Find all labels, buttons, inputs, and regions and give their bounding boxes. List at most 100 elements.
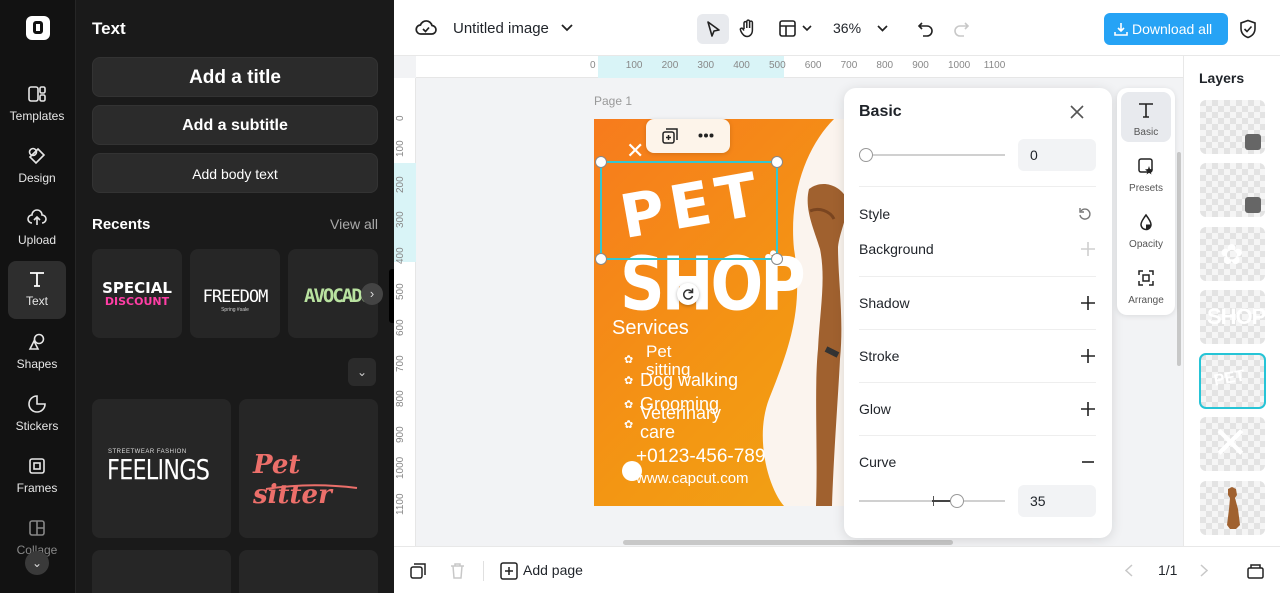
row-label: Stroke xyxy=(859,348,900,364)
tab-opacity[interactable]: Opacity xyxy=(1121,204,1171,254)
top-slider-track[interactable] xyxy=(859,154,1005,156)
text-panel: Text Add a title Add a subtitle Add body… xyxy=(76,0,394,593)
frames-icon xyxy=(29,458,45,474)
document-name[interactable]: Untitled image xyxy=(453,20,549,37)
zoom-level[interactable]: 36% xyxy=(833,20,861,36)
undo-icon[interactable] xyxy=(917,20,934,37)
cloud-sync-icon[interactable] xyxy=(415,18,437,38)
text-template-pet-sitter[interactable]: Pet sitter xyxy=(239,399,378,538)
resize-handle[interactable] xyxy=(771,156,783,168)
divider xyxy=(483,561,484,581)
layout-icon[interactable] xyxy=(779,20,796,37)
resize-handle[interactable] xyxy=(595,253,607,265)
rail-more-button[interactable]: ⌄ xyxy=(25,551,49,575)
tab-label: Basic xyxy=(1133,127,1159,138)
tab-basic[interactable]: Basic xyxy=(1121,92,1171,142)
recent-line: FREEDOM xyxy=(202,287,269,307)
rail-item-frames[interactable]: Frames xyxy=(8,448,66,506)
tab-arrange[interactable]: Arrange xyxy=(1121,260,1171,310)
hand-tool-icon[interactable] xyxy=(739,19,757,38)
previous-page-icon[interactable] xyxy=(1125,564,1133,577)
rail-item-text[interactable]: Text xyxy=(8,261,66,319)
chevron-down-icon[interactable] xyxy=(802,25,812,32)
background-row[interactable]: Background xyxy=(859,223,1096,276)
add-title-button[interactable]: Add a title xyxy=(92,57,378,97)
ruler-tick-label: 0 xyxy=(395,115,406,121)
capcut-logo[interactable] xyxy=(26,16,50,40)
service-item: Dog walking xyxy=(640,370,739,390)
rail-label: Design xyxy=(18,171,56,185)
ruler-tick-label: 600 xyxy=(804,60,822,71)
selection-box[interactable] xyxy=(595,156,783,265)
layer-item[interactable] xyxy=(1200,163,1265,217)
chevron-down-icon[interactable] xyxy=(877,25,888,32)
add-body-text-button[interactable]: Add body text xyxy=(92,153,378,193)
stickers-icon xyxy=(28,395,46,413)
delete-page-icon[interactable] xyxy=(450,563,465,579)
recent-line: Spring #sale xyxy=(221,307,249,313)
layer-item[interactable]: ✿ xyxy=(1200,227,1265,281)
layer-item[interactable] xyxy=(1200,481,1265,535)
recent-text-special-discount[interactable]: SPECIAL DISCOUNT xyxy=(92,249,182,338)
pointer-icon xyxy=(707,21,720,37)
ruler-tick-label: 1000 xyxy=(395,456,406,479)
ruler-tick-label: 500 xyxy=(395,283,406,300)
vertical-scrollbar[interactable] xyxy=(1177,152,1181,366)
chevron-right-icon: › xyxy=(369,286,375,301)
recent-text-freedom[interactable]: FREEDOM Spring #sale xyxy=(190,249,280,338)
rotate-handle[interactable] xyxy=(677,283,699,305)
layer-item[interactable]: SHOP xyxy=(1200,290,1265,344)
poster-website: www.capcut.com xyxy=(636,470,749,487)
text-template-feelings[interactable]: STREETWEAR FASHION FEELINGS xyxy=(92,399,231,538)
close-icon[interactable] xyxy=(1070,105,1084,119)
more-options-icon[interactable] xyxy=(698,133,714,138)
add-icon xyxy=(1081,242,1095,256)
next-page-icon[interactable] xyxy=(1200,564,1208,577)
horizontal-scrollbar[interactable] xyxy=(623,540,953,545)
underline-swash-icon xyxy=(265,484,358,490)
rail-item-shapes[interactable]: Shapes xyxy=(8,324,66,382)
upload-icon xyxy=(27,209,47,225)
shield-check-icon[interactable] xyxy=(1239,19,1257,39)
recents-next-button[interactable]: › xyxy=(361,283,383,305)
service-bullet-icon: ✿ xyxy=(624,399,634,411)
shadow-row[interactable]: Shadow xyxy=(859,276,1096,329)
presets-icon xyxy=(1138,158,1153,175)
rail-item-design[interactable]: Design xyxy=(8,138,66,196)
dog-thumbnail xyxy=(1227,487,1240,529)
view-all-link[interactable]: View all xyxy=(330,216,378,232)
expand-styles-button[interactable]: ⌄ xyxy=(348,358,376,386)
select-tool-button[interactable] xyxy=(697,14,729,44)
duplicate-page-icon[interactable] xyxy=(410,563,426,579)
glow-row[interactable]: Glow xyxy=(859,382,1096,435)
reset-icon[interactable] xyxy=(1078,207,1092,221)
pages-overview-icon[interactable] xyxy=(1247,562,1264,579)
stroke-row[interactable]: Stroke xyxy=(859,329,1096,382)
layer-item[interactable]: ✕ xyxy=(1200,417,1265,471)
resize-handle[interactable] xyxy=(595,156,607,168)
top-value-input[interactable]: 0 xyxy=(1018,139,1096,171)
redo-icon[interactable] xyxy=(953,20,970,37)
curve-value-input[interactable]: 35 xyxy=(1018,485,1096,517)
chevron-down-icon[interactable] xyxy=(561,24,573,32)
group-badge-icon xyxy=(1245,134,1261,150)
row-label: Shadow xyxy=(859,295,910,311)
rail-item-templates[interactable]: Templates xyxy=(8,76,66,134)
text-template-card[interactable] xyxy=(92,550,231,593)
text-template-card[interactable] xyxy=(239,550,378,593)
layer-item-selected[interactable]: PET xyxy=(1199,353,1266,409)
add-subtitle-button[interactable]: Add a subtitle xyxy=(92,105,378,145)
download-all-button[interactable]: Download all xyxy=(1104,13,1228,45)
group-badge-icon xyxy=(1245,197,1261,213)
resize-handle[interactable] xyxy=(771,253,783,265)
curve-slider-thumb[interactable] xyxy=(949,494,964,508)
rail-item-upload[interactable]: Upload xyxy=(8,200,66,258)
duplicate-icon[interactable] xyxy=(662,128,678,144)
text-icon xyxy=(1139,103,1153,118)
text-icon xyxy=(30,272,44,287)
tab-presets[interactable]: Presets xyxy=(1121,148,1171,198)
rail-item-stickers[interactable]: Stickers xyxy=(8,386,66,444)
top-slider-thumb[interactable] xyxy=(859,148,873,162)
chevron-down-icon: ⌄ xyxy=(31,556,43,570)
layer-item[interactable] xyxy=(1200,100,1265,154)
